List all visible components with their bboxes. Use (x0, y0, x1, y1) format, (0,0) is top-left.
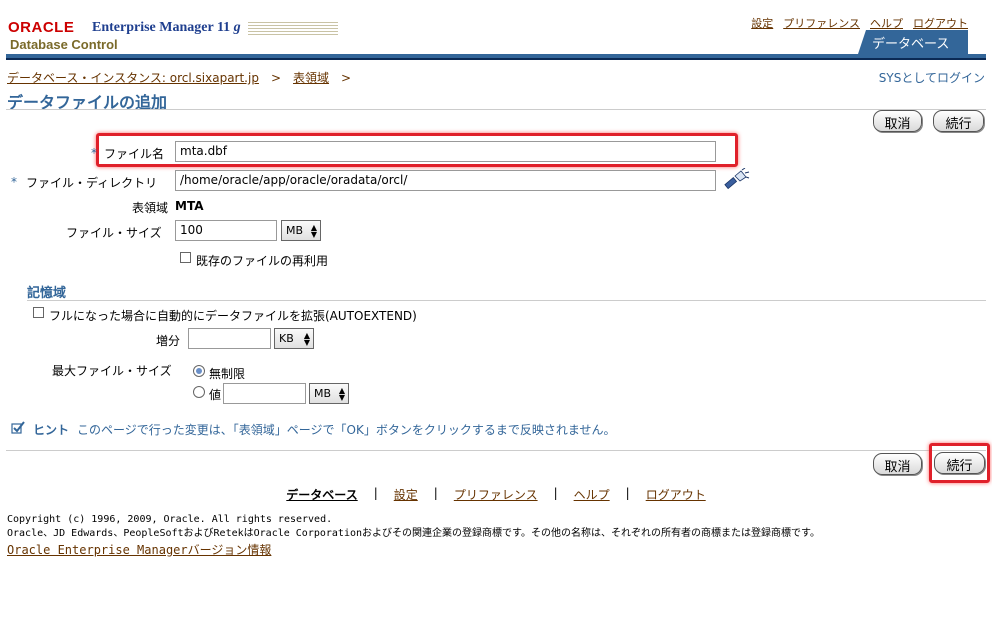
file-name-label: ファイル名 (104, 147, 165, 161)
value-radio[interactable] (193, 386, 205, 398)
increment-unit-select[interactable]: KB ▲ ▼ (274, 328, 314, 349)
file-directory-input[interactable]: /home/oracle/app/oracle/oradata/orcl/ (175, 170, 716, 191)
footer-separator: | (625, 486, 630, 500)
footer-separator: | (433, 486, 438, 500)
footer-link-settings[interactable]: 設定 (394, 486, 418, 503)
logo-stripes (248, 22, 338, 36)
footer-link-database[interactable]: データベース (286, 486, 357, 503)
storage-divider (27, 300, 986, 301)
oracle-logo: ORACLE (8, 19, 75, 36)
hint-label: ヒント (33, 423, 70, 437)
hint: ヒント このページで行った変更は、「表領域」ページで「OK」ボタンをクリックする… (11, 421, 616, 438)
logo-subtitle: Database Control (10, 37, 118, 52)
global-link-preferences[interactable]: プリファレンス (783, 15, 860, 31)
title-divider (6, 109, 986, 110)
max-size-value-input[interactable] (223, 383, 306, 404)
product-name: Enterprise Manager 11 g (92, 20, 241, 35)
continue-button-top[interactable]: 続行 (933, 110, 984, 132)
file-directory-label: ファイル・ディレクトリ (26, 176, 158, 190)
cancel-button-top[interactable]: 取消 (873, 110, 922, 132)
version-info-link[interactable]: Oracle Enterprise Managerバージョン情報 (7, 541, 271, 558)
footer-link-logout[interactable]: ログアウト (646, 486, 706, 503)
footer-link-help[interactable]: ヘルプ (574, 486, 610, 503)
breadcrumb-separator: > (270, 70, 282, 85)
cancel-button-bottom[interactable]: 取消 (873, 453, 922, 475)
footer-link-preferences[interactable]: プリファレンス (454, 486, 538, 503)
file-size-label: ファイル・サイズ (66, 226, 162, 240)
select-arrows-icon: ▲ ▼ (338, 386, 346, 402)
select-arrows-icon: ▲ ▼ (310, 223, 318, 239)
autoextend-checkbox[interactable] (33, 307, 44, 318)
increment-label: 増分 (156, 334, 181, 348)
header-bar (6, 54, 986, 60)
checkmark-hint-icon (11, 421, 25, 438)
sys-login-status: SYSとしてログイン (878, 71, 985, 85)
footer-nav: データベース | 設定 | プリファレンス | ヘルプ | ログアウト (0, 486, 992, 503)
select-arrows-icon: ▲ ▼ (303, 331, 311, 347)
bottom-divider (6, 450, 986, 451)
breadcrumb-separator: > (341, 70, 352, 85)
tablespace-label: 表領域 (132, 201, 169, 215)
required-mark: * (91, 146, 97, 160)
storage-heading: 記憶域 (27, 286, 67, 301)
breadcrumb-tablespaces[interactable]: 表領域 (293, 69, 329, 86)
file-size-input[interactable]: 100 (175, 220, 277, 241)
footer-separator: | (373, 486, 378, 500)
global-link-help[interactable]: ヘルプ (870, 15, 903, 31)
unlimited-label: 無制限 (209, 367, 246, 381)
breadcrumb: データベース・インスタンス: orcl.sixapart.jp > 表領域 > (7, 69, 363, 86)
max-file-size-label: 最大ファイル・サイズ (52, 364, 172, 378)
global-links: 設定 プリファレンス ヘルプ ログアウト (751, 15, 968, 31)
file-name-input[interactable]: mta.dbf (175, 141, 716, 162)
required-mark: * (11, 175, 17, 189)
copyright: Copyright (c) 1996, 2009, Oracle. All ri… (7, 513, 820, 541)
breadcrumb-instance[interactable]: データベース・インスタンス: orcl.sixapart.jp (7, 69, 259, 86)
file-size-unit-select[interactable]: MB ▲ ▼ (281, 220, 321, 241)
reuse-file-checkbox[interactable] (180, 252, 191, 263)
autoextend-label: フルになった場合に自動的にデータファイルを拡張(AUTOEXTEND) (49, 309, 417, 323)
value-label: 値 (209, 388, 222, 402)
trademark-line: Oracle、JD Edwards、PeopleSoftおよびRetekはOra… (7, 528, 821, 539)
global-link-logout[interactable]: ログアウト (913, 15, 968, 31)
copyright-line: Copyright (c) 1996, 2009, Oracle. All ri… (7, 514, 333, 525)
hint-text: このページで行った変更は、「表領域」ページで「OK」ボタンをクリックするまで反映… (77, 423, 616, 437)
tablespace-value: MTA (175, 199, 204, 213)
increment-input[interactable] (188, 328, 271, 349)
reuse-file-label: 既存のファイルの再利用 (196, 254, 329, 268)
global-link-settings[interactable]: 設定 (751, 15, 773, 31)
unlimited-radio[interactable] (193, 365, 205, 377)
flashlight-search-icon[interactable] (722, 167, 750, 194)
max-size-unit-select[interactable]: MB ▲ ▼ (309, 383, 349, 404)
continue-button-bottom[interactable]: 続行 (934, 452, 985, 474)
tab-database[interactable]: データベース (858, 30, 968, 54)
footer-separator: | (553, 486, 558, 500)
